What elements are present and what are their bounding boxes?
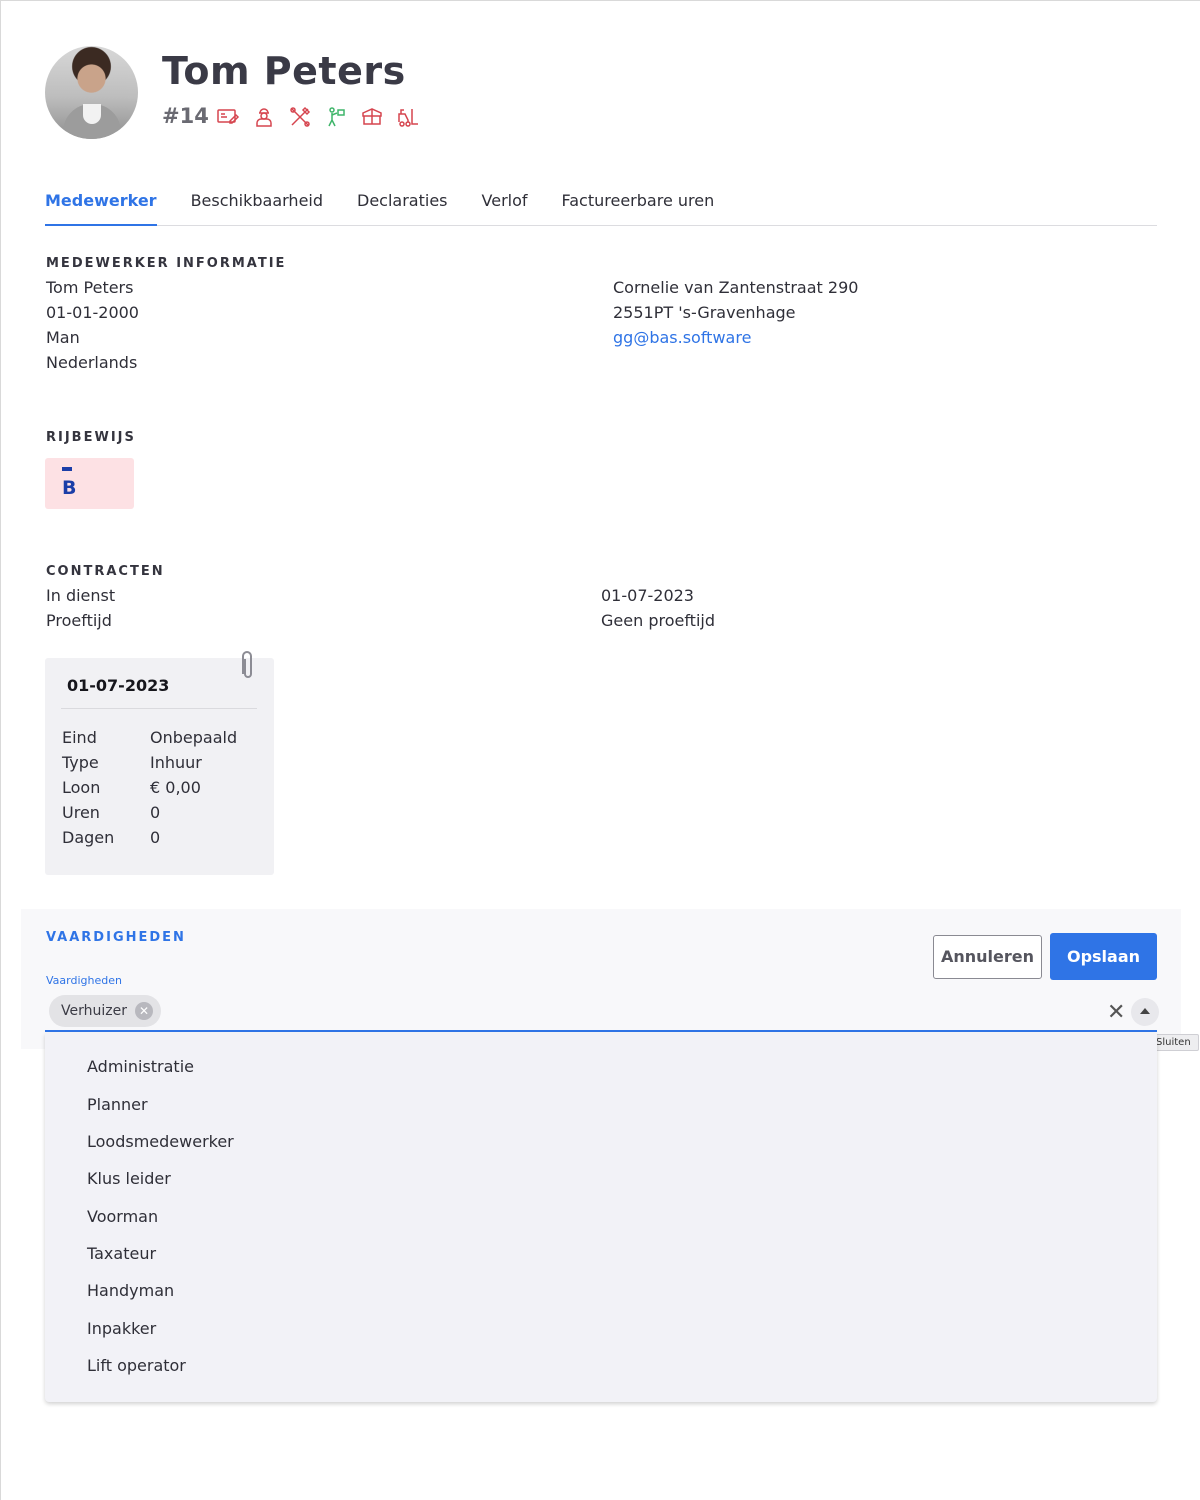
profile-avatar — [45, 46, 138, 139]
tab-factureerbare-uren[interactable]: Factureerbare uren — [562, 190, 715, 226]
contract-row: Eind Onbepaald — [62, 728, 238, 747]
in-service-label: In dienst — [46, 586, 116, 605]
contract-row: Type Inhuur — [62, 753, 202, 772]
info-birthdate: 01-01-2000 — [46, 303, 139, 322]
info-gender: Man — [46, 328, 80, 347]
info-email-link[interactable]: gg@bas.software — [613, 325, 751, 350]
license-badge: B — [45, 458, 134, 509]
info-nationality: Nederlands — [46, 353, 138, 372]
paperclip-icon[interactable] — [237, 648, 257, 682]
skills-panel — [21, 909, 1181, 1049]
info-name: Tom Peters — [46, 278, 134, 297]
probation-value: Geen proeftijd — [601, 611, 715, 630]
payment-card-icon — [217, 109, 240, 124]
skill-chip: Verhuizer ✕ — [49, 995, 161, 1027]
license-title: RIJBEWIJS — [46, 430, 136, 445]
contract-row: Uren 0 — [62, 803, 161, 822]
employee-name: Tom Peters — [162, 49, 406, 93]
dropdown-option[interactable]: Klus leider — [87, 1169, 171, 1188]
contract-card[interactable]: 01-07-2023 Eind Onbepaald Type Inhuur Loon… — [45, 658, 274, 875]
contracts-title: CONTRACTEN — [46, 564, 165, 579]
box-icon — [362, 108, 382, 125]
clear-icon[interactable]: ✕ — [1107, 1000, 1125, 1025]
tools-icon — [290, 106, 311, 127]
probation-label: Proeftijd — [46, 611, 112, 630]
tab-medewerker[interactable]: Medewerker — [45, 190, 157, 226]
dropdown-option[interactable]: Voorman — [87, 1207, 158, 1226]
contract-row: Dagen 0 — [62, 828, 161, 847]
dropdown-option[interactable]: Inpakker — [87, 1319, 156, 1338]
skills-title: VAARDIGHEDEN — [46, 930, 186, 945]
skills-dropdown: Administratie Planner Loodsmedewerker Kl… — [45, 1033, 1157, 1402]
role-icons — [216, 105, 420, 129]
skill-chip-label: Verhuizer — [61, 1003, 127, 1019]
tab-verlof[interactable]: Verlof — [482, 190, 528, 226]
contract-row: Loon € 0,00 — [62, 778, 201, 797]
cancel-button[interactable]: Annuleren — [933, 935, 1042, 979]
dropdown-option[interactable]: Lift operator — [87, 1356, 186, 1375]
skills-field-label: Vaardigheden — [46, 974, 122, 987]
dropdown-toggle-icon[interactable] — [1131, 998, 1159, 1026]
worker-icon — [256, 108, 272, 127]
info-street: Cornelie van Zantenstraat 290 — [613, 278, 859, 297]
tab-declaraties[interactable]: Declaraties — [357, 190, 448, 226]
skills-input-underline[interactable] — [45, 1030, 1157, 1032]
employee-number: #14 — [162, 104, 209, 128]
chip-remove-icon[interactable]: ✕ — [134, 1002, 153, 1020]
assembler-icon — [328, 107, 345, 127]
info-city: 2551PT 's-Gravenhage — [613, 303, 796, 322]
dropdown-option[interactable]: Taxateur — [87, 1244, 156, 1263]
in-service-value: 01-07-2023 — [601, 586, 694, 605]
tab-beschikbaarheid[interactable]: Beschikbaarheid — [191, 190, 323, 226]
dropdown-option[interactable]: Administratie — [87, 1057, 194, 1076]
tab-bar: Medewerker Beschikbaarheid Declaraties V… — [45, 190, 1157, 226]
forklift-icon — [398, 109, 418, 127]
dropdown-option[interactable]: Handyman — [87, 1281, 174, 1300]
dropdown-option[interactable]: Loodsmedewerker — [87, 1132, 234, 1151]
license-category: B — [62, 477, 77, 499]
contract-date: 01-07-2023 — [67, 676, 170, 695]
dropdown-option[interactable]: Planner — [87, 1095, 148, 1114]
employee-info-title: MEDEWERKER INFORMATIE — [46, 256, 287, 271]
save-button[interactable]: Opslaan — [1050, 933, 1157, 980]
